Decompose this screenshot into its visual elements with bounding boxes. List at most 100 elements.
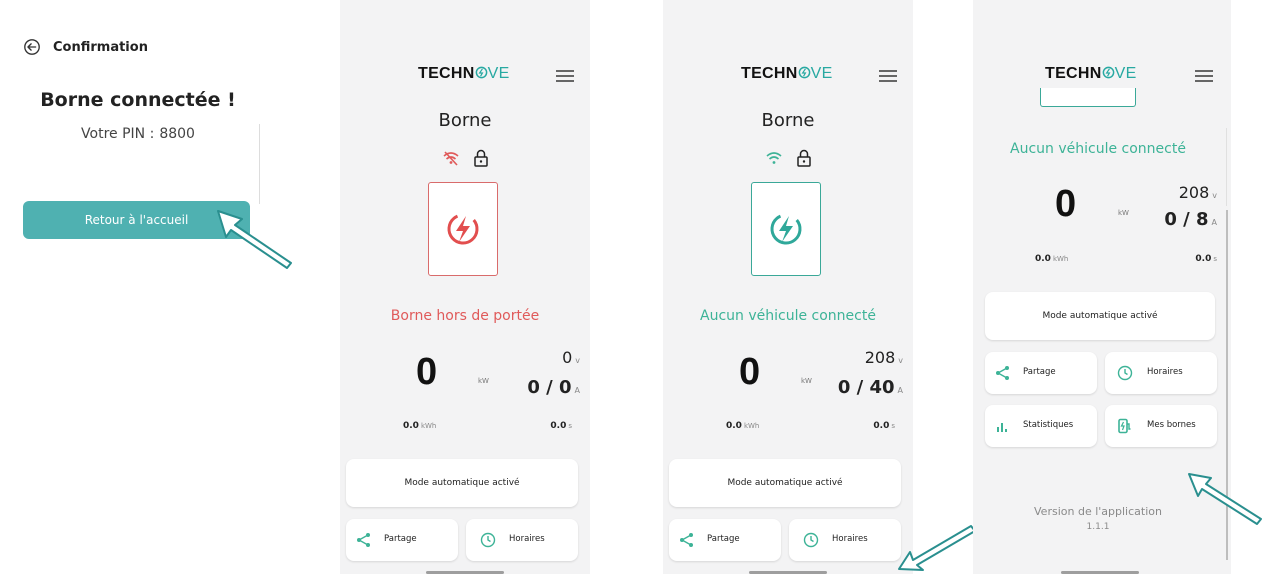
energy-unit: kWh — [420, 422, 437, 430]
pin-text: Votre PIN :8800 — [13, 126, 263, 142]
schedule-button[interactable]: Horaires — [466, 519, 578, 561]
auto-mode-button[interactable]: Mode automatique activé — [985, 292, 1215, 340]
stats-icon — [997, 423, 1007, 432]
voltage-readout: 208 v — [865, 348, 903, 367]
hamburger-menu-icon[interactable] — [879, 70, 897, 82]
page-title: Borne — [761, 110, 815, 131]
charger-screen-offline: TECHN VE Borne Borne hors de portée 0 kW … — [340, 0, 590, 574]
duration-unit: s — [568, 422, 572, 430]
statistics-button[interactable]: Statistiques — [985, 405, 1097, 447]
pointer-arrow-icon — [898, 525, 976, 571]
power-value: 0 — [1055, 183, 1077, 225]
charger-status-text: Aucun véhicule connecté — [700, 308, 876, 324]
pointer-arrow-icon — [1188, 473, 1262, 525]
current-value: 0 / 0 — [527, 377, 572, 398]
charger-screen-online: TECHN VE Borne Aucun véhicule connecté 0 … — [663, 0, 913, 574]
schedule-label: Horaires — [832, 534, 868, 544]
scrollbar-track — [1226, 128, 1227, 206]
duration-readout: 0.0 s — [1195, 254, 1217, 264]
lightning-bolt-icon — [447, 213, 479, 245]
duration-value: 0.0 — [873, 421, 890, 431]
duration-value: 0.0 — [550, 421, 567, 431]
connected-heading: Borne connectée ! — [40, 89, 236, 111]
energy-readout: 0.0 kWh — [726, 421, 759, 431]
share-label: Partage — [1023, 367, 1056, 377]
lock-icon — [473, 149, 488, 167]
voltage-unit: v — [575, 356, 580, 365]
share-label: Partage — [707, 534, 740, 544]
duration-unit: s — [891, 422, 895, 430]
voltage-readout: 208 v — [1179, 183, 1217, 202]
voltage-value: 208 — [1178, 183, 1210, 202]
charger-status-text: Borne hors de portée — [390, 308, 540, 324]
page-title: Borne — [438, 110, 492, 131]
power-unit: kW — [478, 377, 489, 385]
connection-icons — [663, 147, 913, 169]
energy-unit: kWh — [1052, 255, 1069, 263]
header-title: Confirmation — [53, 40, 148, 55]
charger-status-card[interactable] — [1040, 88, 1136, 107]
duration-readout: 0.0 s — [873, 421, 895, 431]
voltage-readout: 0v — [562, 348, 580, 367]
schedule-label: Horaires — [1147, 367, 1183, 377]
power-value: 0 — [416, 351, 438, 393]
energy-value: 0.0 — [1035, 254, 1051, 264]
status-bar — [663, 4, 913, 18]
my-chargers-button[interactable]: Mes bornes — [1105, 405, 1217, 447]
pin-value: 8800 — [159, 126, 195, 142]
schedule-button[interactable]: Horaires — [1105, 352, 1217, 394]
lock-icon — [796, 149, 811, 167]
share-label: Partage — [384, 534, 417, 544]
pointer-arrow-icon — [217, 210, 292, 269]
statistics-label: Statistiques — [1023, 420, 1074, 430]
hamburger-menu-icon[interactable] — [556, 70, 574, 82]
charger-icon — [1118, 418, 1131, 434]
share-icon — [357, 533, 370, 547]
voltage-unit: v — [1212, 191, 1217, 200]
edge-divider — [259, 124, 263, 204]
status-bar — [13, 4, 263, 18]
hamburger-menu-icon[interactable] — [1195, 70, 1213, 82]
charger-status-card[interactable] — [428, 182, 498, 276]
current-value: 0 / 40 — [837, 377, 895, 398]
schedule-label: Horaires — [509, 534, 545, 544]
share-button[interactable]: Partage — [669, 519, 781, 561]
energy-unit: kWh — [743, 422, 760, 430]
connection-icons — [340, 147, 590, 169]
current-readout: 0 / 8A — [1164, 209, 1217, 230]
current-unit: A — [574, 386, 580, 395]
clock-icon — [803, 532, 819, 548]
power-value: 0 — [739, 351, 761, 393]
charger-status-card[interactable] — [751, 182, 821, 276]
technove-logo: TECHN VE — [418, 65, 510, 82]
share-icon — [680, 533, 693, 547]
lightning-bolt-icon — [770, 213, 802, 245]
wifi-off-icon — [443, 150, 459, 166]
power-unit: kW — [801, 377, 812, 385]
current-readout: 0 / 40 A — [838, 377, 903, 398]
technove-logo: TECHN VE — [1045, 65, 1137, 82]
duration-value: 0.0 — [1195, 254, 1212, 264]
clock-icon — [480, 532, 496, 548]
voltage-value: 0 — [562, 348, 573, 367]
auto-mode-button[interactable]: Mode automatique activé — [669, 459, 901, 507]
charger-status-text: Aucun véhicule connecté — [1010, 141, 1186, 157]
current-unit: A — [897, 386, 903, 395]
status-bar — [340, 4, 590, 18]
duration-readout: 0.0 s — [550, 421, 572, 431]
share-icon — [996, 366, 1009, 380]
energy-value: 0.0 — [403, 421, 419, 431]
energy-readout: 0.0 kWh — [1035, 254, 1068, 264]
wifi-icon — [766, 151, 782, 164]
voltage-unit: v — [898, 356, 903, 365]
share-button[interactable]: Partage — [346, 519, 458, 561]
share-button[interactable]: Partage — [985, 352, 1097, 394]
energy-value: 0.0 — [726, 421, 742, 431]
schedule-button[interactable]: Horaires — [789, 519, 901, 561]
energy-readout: 0.0 kWh — [403, 421, 436, 431]
back-arrow-icon[interactable] — [23, 38, 41, 56]
power-unit: kW — [1118, 209, 1129, 217]
auto-mode-button[interactable]: Mode automatique activé — [346, 459, 578, 507]
current-unit: A — [1211, 218, 1217, 227]
duration-unit: s — [1213, 255, 1217, 263]
